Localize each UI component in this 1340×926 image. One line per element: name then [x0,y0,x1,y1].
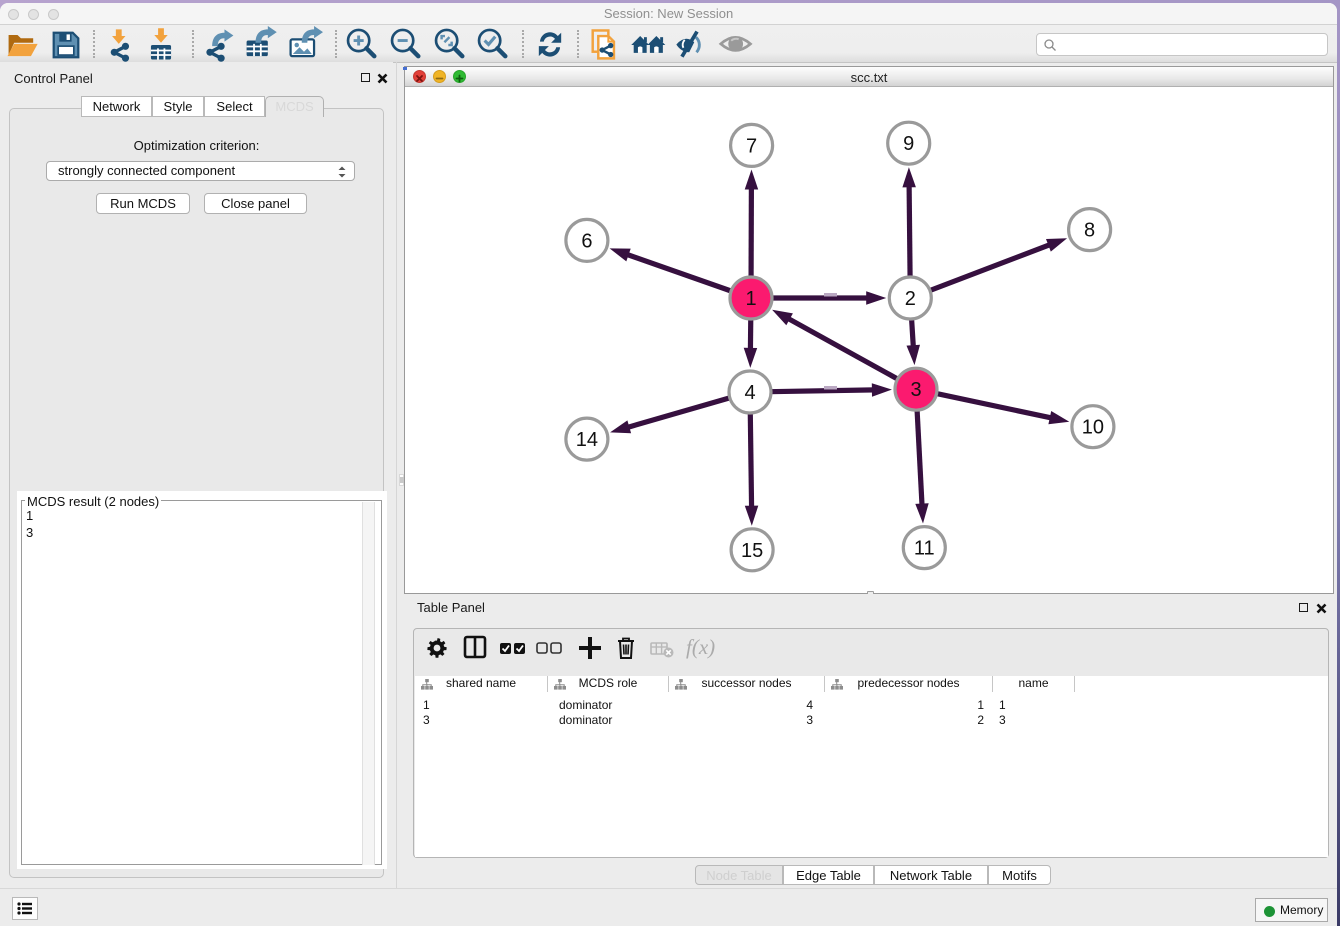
svg-text:8: 8 [1084,220,1095,242]
svg-text:9: 9 [903,133,914,155]
svg-text:15: 15 [741,540,763,562]
svg-text:14: 14 [576,429,598,451]
svg-text:6: 6 [581,230,592,252]
svg-text:1: 1 [745,288,756,310]
svg-text:7: 7 [746,135,757,157]
svg-text:3: 3 [910,379,921,401]
svg-text:4: 4 [744,382,755,404]
svg-text:11: 11 [914,538,935,560]
svg-text:10: 10 [1082,417,1104,439]
svg-text:f(x): f(x) [686,635,715,659]
svg-text:2: 2 [905,288,916,310]
